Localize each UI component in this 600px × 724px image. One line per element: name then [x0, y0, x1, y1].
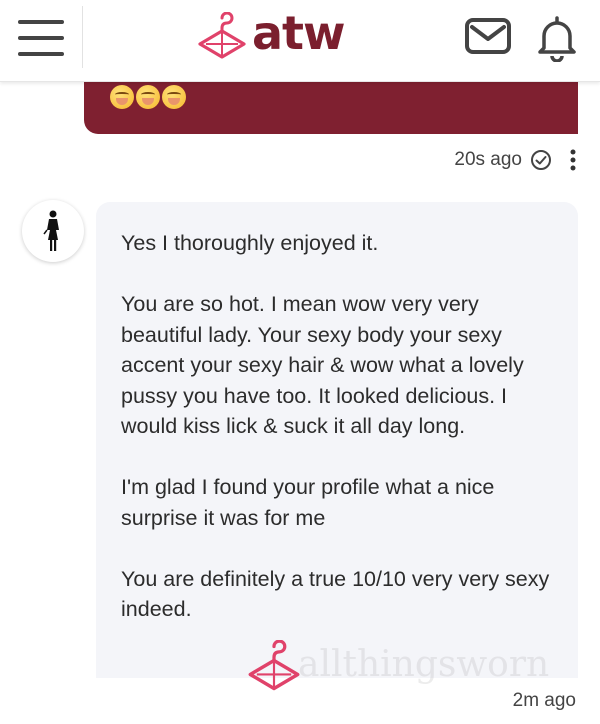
message-paragraph: You are definitely a true 10/10 very ver…	[121, 566, 550, 622]
header-divider	[82, 6, 83, 68]
menu-line	[18, 36, 64, 40]
emoji-row	[110, 84, 188, 110]
message-paragraph: Yes I thoroughly enjoyed it.	[121, 231, 379, 255]
received-message-time: 2m ago	[512, 690, 576, 711]
hanger-icon	[198, 12, 246, 59]
sent-message-meta: 20s ago	[454, 146, 578, 174]
hand-over-mouth-emoji	[110, 85, 134, 110]
more-options-icon[interactable]	[568, 148, 578, 172]
watermark-text: allthingsworn	[298, 644, 550, 685]
message-paragraph: I'm glad I found your profile what a nic…	[121, 475, 495, 530]
sent-message-time: 20s ago	[454, 149, 522, 170]
received-message-bubble: Yes I thoroughly enjoyed it. You are so …	[96, 202, 578, 678]
sender-avatar[interactable]	[22, 200, 84, 262]
received-message-text: Yes I thoroughly enjoyed it. You are so …	[121, 228, 554, 625]
hand-over-mouth-emoji	[136, 85, 160, 110]
menu-line	[18, 52, 64, 56]
hamburger-menu-button[interactable]	[14, 16, 68, 60]
app-header: atw	[0, 0, 600, 82]
message-paragraph: You are so hot. I mean wow very very bea…	[121, 292, 524, 438]
hand-over-mouth-emoji	[162, 85, 186, 110]
envelope-icon[interactable]	[464, 16, 512, 56]
check-circle-icon	[531, 150, 551, 170]
logo-text: atw	[252, 6, 346, 60]
brand-logo[interactable]: atw	[196, 6, 366, 68]
bell-icon[interactable]	[532, 12, 582, 62]
woman-silhouette-icon	[43, 210, 59, 251]
menu-line	[18, 20, 64, 24]
hanger-icon	[248, 640, 300, 691]
